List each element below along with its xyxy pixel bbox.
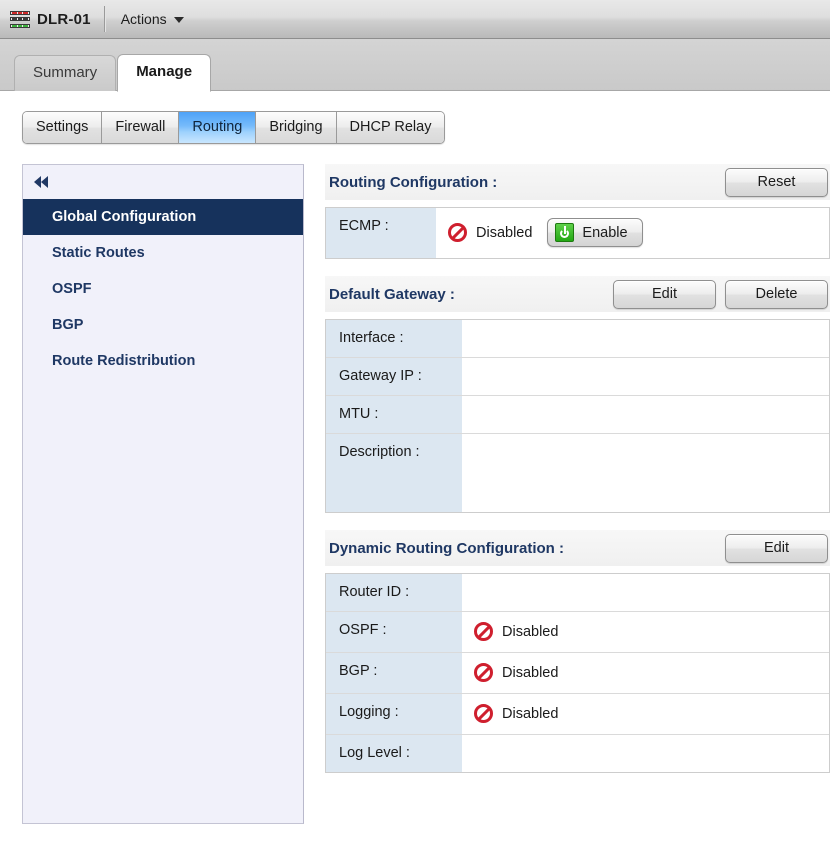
bgp-status-text: Disabled: [502, 664, 559, 681]
disabled-icon: [474, 704, 493, 723]
interface-label: Interface :: [326, 320, 462, 357]
router-id-label: Router ID :: [326, 574, 462, 611]
sidebar-item-static-routes[interactable]: Static Routes: [23, 235, 303, 271]
disabled-icon: [474, 622, 493, 641]
table-row: BGP : Disabled: [326, 653, 829, 694]
log-level-label: Log Level :: [326, 735, 462, 772]
logging-status-text: Disabled: [502, 705, 559, 722]
sub-tab-bar: Settings Firewall Routing Bridging DHCP …: [22, 111, 446, 144]
description-label: Description :: [326, 434, 462, 512]
sidebar-item-ospf[interactable]: OSPF: [23, 271, 303, 307]
left-navigation-panel: Global Configuration Static Routes OSPF …: [22, 164, 304, 824]
disabled-icon: [474, 663, 493, 682]
table-row-ecmp: ECMP : Disabled Enable: [326, 208, 829, 258]
ecmp-value-cell: Disabled Enable: [436, 208, 829, 258]
interface-value: [462, 320, 829, 357]
bgp-value-cell: Disabled: [462, 653, 829, 693]
table-row: Router ID :: [326, 574, 829, 612]
tab-summary[interactable]: Summary: [14, 55, 117, 91]
mtu-value: [462, 396, 829, 433]
reset-button[interactable]: Reset: [725, 167, 828, 197]
ecmp-label: ECMP :: [326, 208, 436, 258]
tab-manage[interactable]: Manage: [117, 54, 212, 92]
table-row: Logging : Disabled: [326, 694, 829, 735]
enable-ecmp-button[interactable]: Enable: [547, 218, 643, 247]
table-row: Gateway IP :: [326, 358, 829, 396]
chevron-down-icon: [173, 17, 184, 23]
subtab-firewall[interactable]: Firewall: [102, 112, 180, 143]
main-tab-strip: Summary Manage: [0, 39, 830, 92]
gateway-ip-value: [462, 358, 829, 395]
sidebar-item-route-redistribution[interactable]: Route Redistribution: [23, 343, 303, 379]
sidebar-collapse-button[interactable]: [23, 165, 303, 199]
gateway-ip-label: Gateway IP :: [326, 358, 462, 395]
default-gateway-edit-button[interactable]: Edit: [613, 279, 716, 309]
actions-menu-button[interactable]: Actions: [105, 0, 198, 38]
dynamic-routing-edit-button[interactable]: Edit: [725, 533, 828, 563]
routing-configuration-table: ECMP : Disabled Enable: [325, 207, 830, 259]
table-row: OSPF : Disabled: [326, 612, 829, 653]
subtab-dhcp-relay[interactable]: DHCP Relay: [336, 112, 445, 143]
default-gateway-table: Interface : Gateway IP : MTU : Descripti…: [325, 319, 830, 513]
subtab-settings[interactable]: Settings: [23, 112, 103, 143]
ospf-label: OSPF :: [326, 612, 462, 652]
sidebar-item-global-configuration[interactable]: Global Configuration: [23, 199, 303, 235]
logging-label: Logging :: [326, 694, 462, 734]
table-row: Description :: [326, 434, 829, 512]
table-row: Log Level :: [326, 735, 829, 772]
default-gateway-header: Default Gateway : Edit Delete: [325, 276, 830, 312]
dynamic-routing-configuration-table: Router ID : OSPF : Disabled BGP : Disabl…: [325, 573, 830, 773]
power-on-icon: [555, 223, 575, 242]
main-split: Global Configuration Static Routes OSPF …: [22, 164, 830, 824]
bgp-label: BGP :: [326, 653, 462, 693]
collapse-left-double-arrow-icon: [34, 176, 48, 188]
content-area: Settings Firewall Routing Bridging DHCP …: [0, 111, 830, 843]
dynamic-routing-configuration-header: Dynamic Routing Configuration : Edit: [325, 530, 830, 566]
subtab-routing[interactable]: Routing: [179, 112, 257, 143]
description-value: [462, 434, 829, 512]
right-detail-panel: Routing Configuration : Reset ECMP : Dis…: [304, 164, 830, 824]
ospf-status-text: Disabled: [502, 623, 559, 640]
disabled-icon: [448, 223, 467, 242]
mtu-label: MTU :: [326, 396, 462, 433]
ecmp-status-text: Disabled: [476, 224, 533, 241]
title-bar: DLR-01 Actions: [0, 0, 830, 39]
default-gateway-title: Default Gateway :: [329, 285, 455, 303]
actions-menu-label: Actions: [120, 11, 167, 27]
device-name: DLR-01: [37, 10, 91, 28]
table-row: MTU :: [326, 396, 829, 434]
subtab-bridging[interactable]: Bridging: [256, 112, 337, 143]
table-row: Interface :: [326, 320, 829, 358]
dynamic-routing-configuration-title: Dynamic Routing Configuration :: [329, 539, 564, 557]
logging-value-cell: Disabled: [462, 694, 829, 734]
router-id-value: [462, 574, 829, 611]
default-gateway-delete-button[interactable]: Delete: [725, 279, 828, 309]
routing-configuration-title: Routing Configuration :: [329, 173, 498, 191]
enable-button-label: Enable: [582, 224, 628, 241]
log-level-value: [462, 735, 829, 772]
ospf-value-cell: Disabled: [462, 612, 829, 652]
routing-configuration-header: Routing Configuration : Reset: [325, 164, 830, 200]
sidebar-item-bgp[interactable]: BGP: [23, 307, 303, 343]
router-device-icon: [10, 10, 30, 28]
